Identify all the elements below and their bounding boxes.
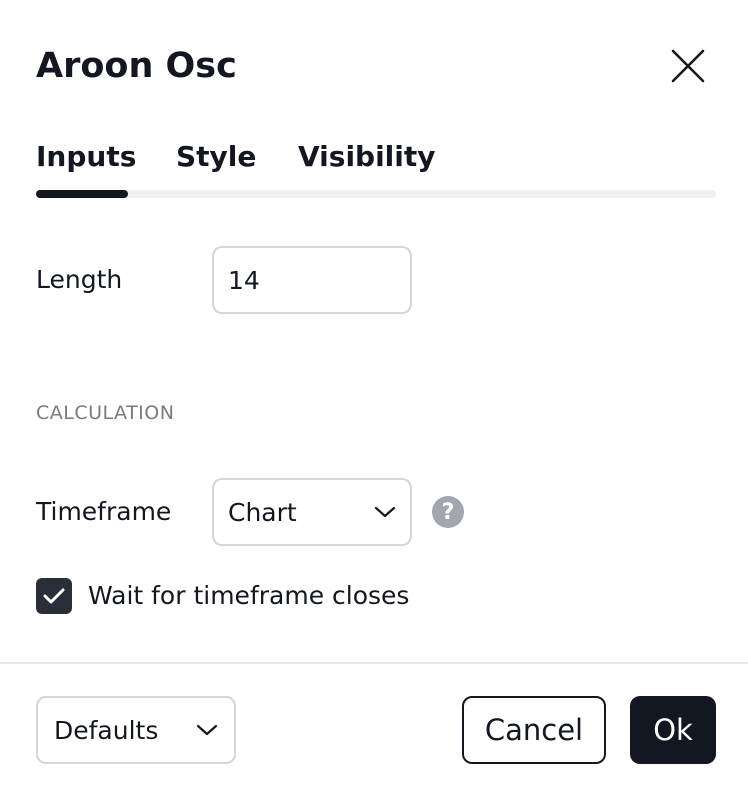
close-button[interactable]: [664, 42, 712, 90]
wait-closes-checkbox[interactable]: [36, 578, 72, 614]
tab-track: [36, 190, 716, 198]
wait-closes-label[interactable]: Wait for timeframe closes: [88, 579, 409, 613]
tab-style[interactable]: Style: [176, 138, 256, 176]
tab-visibility[interactable]: Visibility: [298, 138, 436, 176]
defaults-dropdown[interactable]: Defaults: [36, 696, 236, 764]
active-tab-indicator: [36, 190, 128, 198]
timeframe-value: Chart: [228, 497, 297, 527]
close-icon: [671, 49, 705, 83]
indicator-settings-dialog: Aroon Osc Inputs Style Visibility Length…: [0, 0, 748, 790]
defaults-label: Defaults: [54, 715, 159, 745]
dialog-title: Aroon Osc: [36, 46, 237, 86]
chevron-down-icon: [196, 724, 218, 736]
length-value: 14: [228, 265, 260, 295]
tab-inputs[interactable]: Inputs: [36, 138, 136, 176]
footer-divider: [0, 662, 748, 664]
section-header-calculation: CALCULATION: [36, 402, 175, 424]
checkmark-icon: [43, 588, 65, 604]
ok-button[interactable]: Ok: [630, 696, 716, 764]
length-input[interactable]: 14: [212, 246, 412, 314]
length-label: Length: [36, 265, 123, 294]
timeframe-select[interactable]: Chart: [212, 478, 412, 546]
timeframe-label: Timeframe: [36, 497, 172, 526]
cancel-button[interactable]: Cancel: [462, 696, 606, 764]
chevron-down-icon: [374, 506, 396, 518]
question-circle-icon[interactable]: ?: [432, 496, 464, 528]
